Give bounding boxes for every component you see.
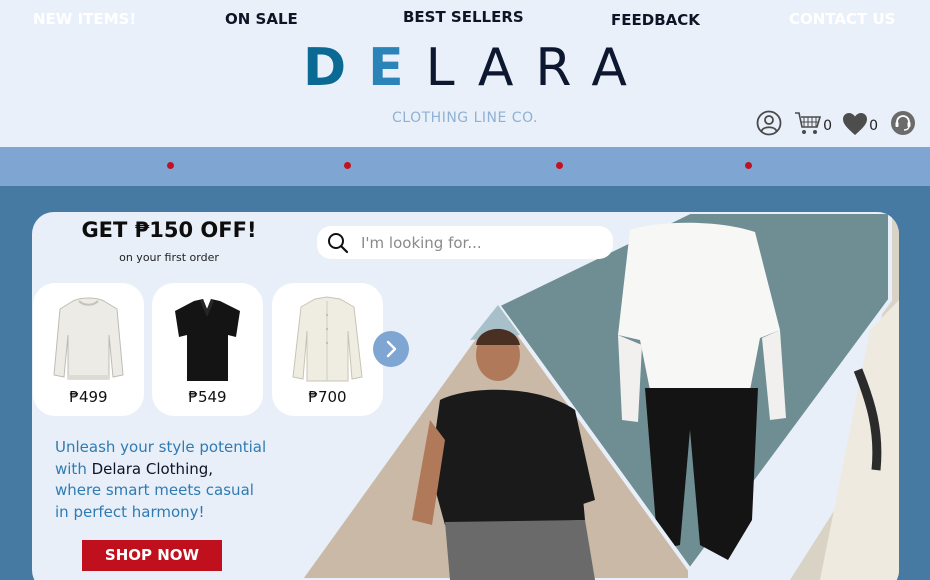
- main-nav: [0, 147, 930, 186]
- wishlist-count: 0: [869, 118, 878, 134]
- nav-separator: [344, 162, 351, 169]
- cart-count: 0: [823, 118, 833, 134]
- carousel-next-button[interactable]: [373, 331, 409, 367]
- tagline-comma: ,: [208, 459, 214, 478]
- tagline-line-3: where smart meets casual: [55, 481, 254, 499]
- support-button[interactable]: [890, 106, 916, 136]
- logo-rest: LARA: [425, 38, 650, 98]
- hero-tagline: Unleash your style potential with Delara…: [55, 437, 315, 523]
- user-icon: [756, 110, 782, 136]
- tagline-line-2: with Delara Clothing,: [55, 459, 315, 481]
- product-price: ₱499: [69, 388, 108, 406]
- logo-letter-d: D: [302, 38, 369, 98]
- promo-title: GET ₱150 OFF!: [81, 218, 257, 242]
- nav-contact-us[interactable]: CONTACT US: [789, 0, 895, 39]
- nav-on-sale[interactable]: ON SALE: [225, 0, 298, 39]
- product-card-longsleeve[interactable]: ₱700: [272, 283, 383, 416]
- tagline-line-1: Unleash your style potential: [55, 438, 267, 456]
- sweater-icon: [53, 297, 124, 380]
- search-icon[interactable]: [327, 232, 349, 254]
- cart-button[interactable]: 0: [794, 106, 832, 136]
- cart-icon: [795, 112, 822, 134]
- promo-subtitle: on your first order: [119, 251, 219, 264]
- tagline-line-4: in perfect harmony!: [55, 502, 205, 521]
- chevron-right-icon: [386, 340, 397, 358]
- account-button[interactable]: [756, 106, 782, 136]
- product-card-polo[interactable]: ₱549: [152, 283, 263, 416]
- shop-now-button[interactable]: SHOP NOW: [82, 540, 222, 571]
- heart-icon: [843, 113, 868, 135]
- search-input[interactable]: [361, 233, 591, 252]
- long-sleeve-shirt-icon: [292, 296, 363, 382]
- nav-separator: [167, 162, 174, 169]
- nav-best-sellers[interactable]: BEST SELLERS: [403, 0, 524, 37]
- brand-logo[interactable]: DELARA: [0, 40, 930, 96]
- product-card-sweater[interactable]: ₱499: [33, 283, 144, 416]
- nav-separator: [745, 162, 752, 169]
- wishlist-button[interactable]: 0: [842, 106, 878, 136]
- nav-feedback[interactable]: FEEDBACK: [611, 1, 700, 40]
- tagline-with: with: [55, 459, 92, 478]
- support-icon: [891, 111, 915, 135]
- logo-letter-e: E: [368, 38, 426, 98]
- header-icons: 0 0: [756, 106, 916, 136]
- search-bar[interactable]: [317, 226, 613, 259]
- tagline-brand: Delara Clothing: [91, 459, 209, 478]
- polo-shirt-icon: [175, 299, 240, 381]
- nav-separator: [556, 162, 563, 169]
- product-price: ₱549: [188, 388, 227, 406]
- nav-new-items[interactable]: NEW ITEMS!: [33, 0, 136, 39]
- product-price: ₱700: [308, 388, 347, 406]
